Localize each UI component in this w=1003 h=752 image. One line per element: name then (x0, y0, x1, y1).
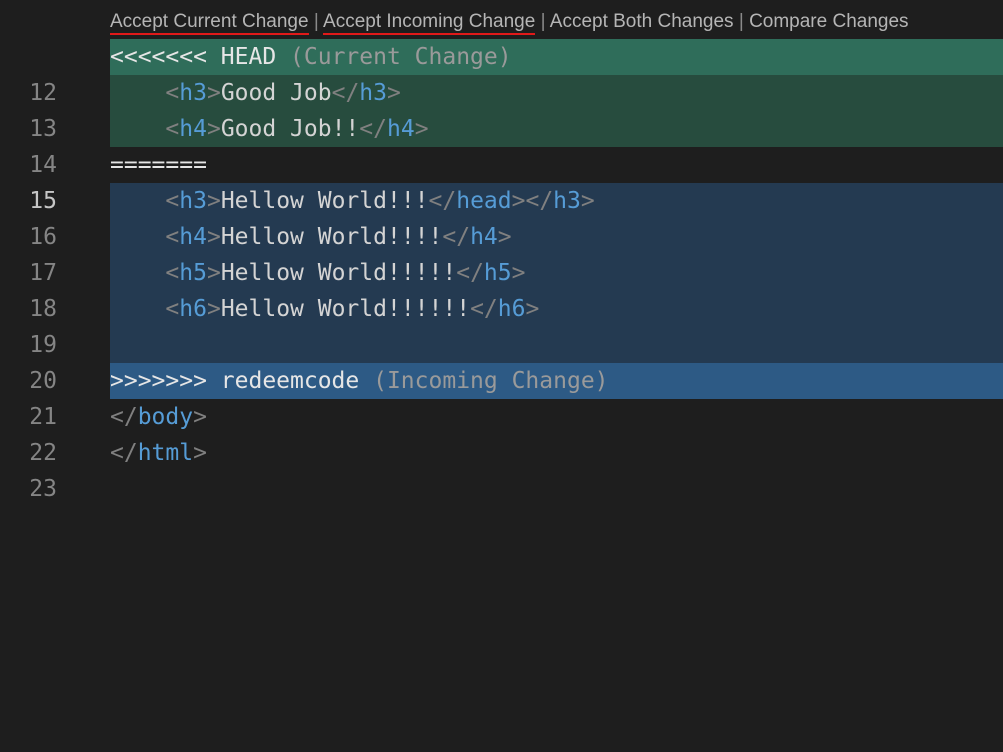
tag-text: Good Job!! (220, 116, 360, 142)
tag-name: h4 (470, 224, 498, 250)
line-number: 23 (29, 476, 57, 502)
conflict-separator-line[interactable]: ======= (110, 147, 1003, 183)
tag-bracket: > (206, 80, 221, 106)
tag-name: h3 (553, 188, 581, 214)
tag-bracket: > (206, 296, 221, 322)
tag-bracket: </ (470, 296, 498, 322)
accept-both-changes-link[interactable]: Accept Both Changes (550, 11, 734, 32)
codelens-separator: | (738, 11, 744, 32)
tag-bracket: </ (331, 80, 360, 106)
tag-name: html (137, 440, 194, 466)
tag-name: h6 (497, 296, 526, 322)
tag-text: Hellow World!!!!! (220, 260, 457, 286)
tag-bracket: > (193, 404, 207, 430)
tag-bracket: > (387, 80, 401, 106)
accept-incoming-change-link[interactable]: Accept Incoming Change (323, 11, 536, 35)
tag-bracket: > (414, 116, 429, 142)
tag-name: h4 (179, 116, 207, 142)
tag-name: body (137, 404, 194, 430)
tag-bracket: < (165, 296, 180, 322)
code-line[interactable]: 16 <h3>Hellow World!!!</head></h3> (0, 183, 1003, 250)
code-line[interactable]: 21 >>>>>>> redeemcode (Incoming Change) (0, 363, 1003, 430)
tag-bracket: > (206, 224, 221, 250)
accept-current-change-link[interactable]: Accept Current Change (110, 11, 309, 35)
tag-name: h5 (483, 260, 512, 286)
code-line[interactable]: 12 <<<<<<< HEAD (Current Change) (0, 39, 1003, 106)
codelens-separator: | (313, 11, 319, 32)
code-line[interactable]: 22 </body> (0, 399, 1003, 466)
tag-bracket: </ (110, 440, 138, 466)
conflict-annotation: (Current Change) (290, 44, 512, 70)
conflict-marker: ======= (110, 152, 207, 178)
code-line[interactable]: 13 <h3>Good Job</h3> (0, 75, 1003, 142)
current-change-header[interactable]: <<<<<<< HEAD (Current Change) (110, 39, 1003, 75)
tag-text: Good Job (220, 80, 332, 106)
tag-text: Hellow World!!! (220, 188, 429, 214)
code-line[interactable]: 23 </html> (0, 435, 1003, 502)
tag-name: h5 (179, 260, 207, 286)
incoming-change-line[interactable] (110, 327, 1003, 363)
tag-bracket: > (193, 440, 207, 466)
incoming-change-header[interactable]: >>>>>>> redeemcode (Incoming Change) (110, 363, 1003, 399)
tag-bracket: ></ (511, 188, 554, 214)
tag-name: h6 (179, 296, 207, 322)
tag-name: h3 (359, 80, 387, 106)
code-line[interactable]: 20 (0, 327, 1003, 394)
tag-bracket: </ (442, 224, 471, 250)
tag-name: h3 (179, 80, 207, 106)
tag-bracket: < (165, 260, 180, 286)
compare-changes-link[interactable]: Compare Changes (749, 11, 908, 32)
incoming-change-line[interactable]: <h6>Hellow World!!!!!!</h6> (110, 291, 1003, 327)
tag-text: Hellow World!!!!!! (220, 296, 471, 322)
incoming-change-line[interactable]: <h3>Hellow World!!!</head></h3> (110, 183, 1003, 219)
tag-bracket: > (206, 116, 221, 142)
tag-bracket: < (165, 80, 180, 106)
merge-conflict-codelens: Accept Current Change | Accept Incoming … (110, 6, 909, 38)
codelens-separator: | (540, 11, 546, 32)
conflict-marker: <<<<<<< HEAD (110, 44, 277, 70)
current-change-line[interactable]: <h4>Good Job!!</h4> (110, 111, 1003, 147)
tag-bracket: </ (110, 404, 138, 430)
incoming-change-line[interactable]: <h4>Hellow World!!!!</h4> (110, 219, 1003, 255)
tag-bracket: </ (456, 260, 484, 286)
tag-bracket: </ (428, 188, 457, 214)
tag-name: h3 (179, 188, 207, 214)
tag-bracket: < (165, 224, 180, 250)
code-line[interactable]: 14 <h4>Good Job!!</h4> (0, 111, 1003, 178)
code-editor[interactable]: Accept Current Change | Accept Incoming … (0, 0, 1003, 752)
conflict-annotation: (Incoming Change) (373, 368, 609, 394)
code-line[interactable]: 19 <h6>Hellow World!!!!!!</h6> (0, 291, 1003, 358)
tag-name: h4 (387, 116, 415, 142)
code-content[interactable]: </body> (110, 399, 1003, 435)
tag-text: Hellow World!!!! (220, 224, 443, 250)
tag-bracket: < (165, 116, 180, 142)
current-change-line[interactable]: <h3>Good Job</h3> (110, 75, 1003, 111)
tag-bracket: > (580, 188, 595, 214)
tag-bracket: < (165, 188, 180, 214)
conflict-marker: >>>>>>> redeemcode (110, 368, 360, 394)
tag-bracket: > (525, 296, 540, 322)
code-line[interactable]: 15 ======= (0, 147, 1003, 214)
code-line[interactable]: 17 <h4>Hellow World!!!!</h4> (0, 219, 1003, 286)
tag-bracket: > (511, 260, 526, 286)
code-line[interactable]: 18 <h5>Hellow World!!!!!</h5> (0, 255, 1003, 322)
tag-bracket: </ (359, 116, 387, 142)
tag-bracket: > (206, 188, 221, 214)
tag-name: head (456, 188, 512, 214)
tag-bracket: > (497, 224, 512, 250)
tag-bracket: > (206, 260, 221, 286)
tag-name: h4 (179, 224, 207, 250)
incoming-change-line[interactable]: <h5>Hellow World!!!!!</h5> (110, 255, 1003, 291)
code-content[interactable]: </html> (110, 435, 1003, 471)
